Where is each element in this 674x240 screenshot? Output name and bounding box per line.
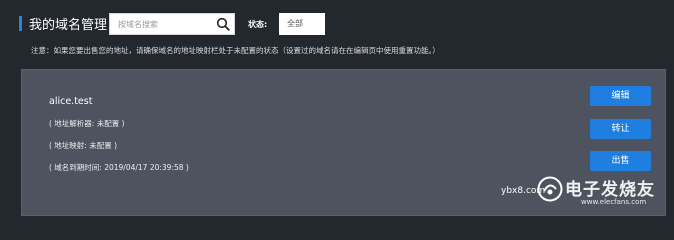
domain-name: alice.test bbox=[49, 96, 93, 107]
watermark-brand: 电子发烧友 bbox=[565, 180, 655, 200]
transfer-button[interactable]: 转让 bbox=[590, 119, 651, 139]
search-icon[interactable] bbox=[216, 17, 230, 31]
search-input[interactable] bbox=[110, 14, 212, 34]
title-accent-bar bbox=[19, 16, 22, 31]
status-label: 状态: bbox=[248, 20, 268, 29]
address-mapping-status: ( 地址映射: 未配置 ) bbox=[49, 141, 118, 150]
header-bar: 我的域名管理 状态: 全部 注意：如果您要出售您的地址，请确保域名的地址映射栏处… bbox=[0, 0, 674, 64]
search-box[interactable] bbox=[109, 13, 235, 35]
expiry-time: ( 域名到期时间: 2019/04/17 20:39:58 ) bbox=[49, 163, 189, 172]
edit-button[interactable]: 编辑 bbox=[590, 86, 651, 106]
status-select[interactable]: 全部 bbox=[279, 13, 325, 35]
notice-text: 注意：如果您要出售您的地址，请确保域名的地址映射栏处于未配置的状态（设置过的域名… bbox=[31, 46, 440, 55]
elecfans-logo-icon bbox=[537, 176, 563, 202]
watermark: ybx8.com 电子发烧友 www.elecfans.com bbox=[501, 172, 666, 216]
resolver-status: ( 地址解析器: 未配置 ) bbox=[49, 119, 125, 128]
page-title: 我的域名管理 bbox=[29, 18, 108, 33]
watermark-url: www.elecfans.com bbox=[581, 198, 647, 206]
sell-button[interactable]: 出售 bbox=[590, 151, 651, 171]
